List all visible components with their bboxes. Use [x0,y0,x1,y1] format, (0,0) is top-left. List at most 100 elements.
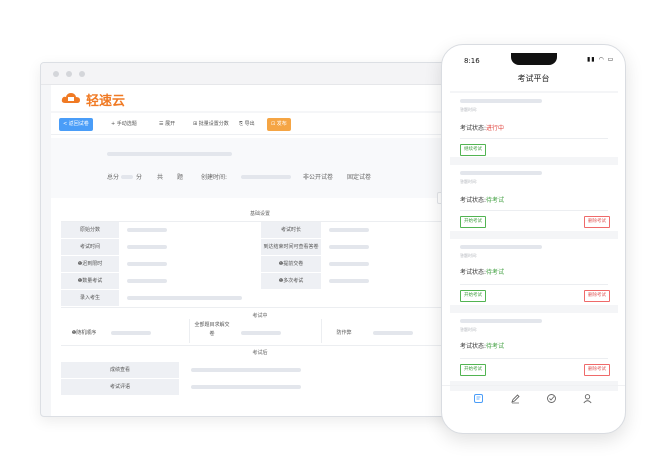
window-dot[interactable] [79,71,85,77]
anti-cheat-value [373,331,413,335]
toolbar: < 返回试卷 + 手动选题 ☰ 展开 ⊞ 批量设置分数 ⎘ 导出 ⊡ 发布 [51,113,457,135]
delete-exam-button[interactable]: 删除考试 [584,364,610,376]
status-bar: 8:16 ▮▮ ◠ ▭ [442,45,625,73]
delete-exam-button[interactable]: 删除考试 [584,216,610,228]
delete-exam-button[interactable]: 删除考试 [584,290,610,302]
exam-list: 答题时间: 考试状态:进行中 继续考试 答题时间: 考试状态:待考试 开始考试 … [450,91,618,391]
total-score-label: 总分 [107,174,120,181]
score-view-value [191,368,301,372]
brand-name: 轻速云 [86,94,126,109]
expand-label: 展开 [165,121,176,127]
divider [61,221,457,222]
window-dot[interactable] [66,71,72,77]
score-view-label: 成绩查看 [61,362,179,378]
publish-button[interactable]: ⊡ 发布 [267,118,291,131]
page-title: 考试平台 [517,74,550,83]
multiple-attempts-value [329,279,369,283]
early-submit-value [329,262,369,266]
early-submit-label: ❶提前交卷 [261,256,321,272]
late-limit-value [127,262,167,266]
exam-time-label: 考试时间 [61,239,119,255]
exam-title-placeholder [460,319,542,323]
random-order-value [111,331,151,335]
manual-select-button[interactable]: + 手动选题 [107,118,141,131]
section-during-exam: 考试中 [252,313,268,319]
exam-title-placeholder [460,171,542,175]
exam-card[interactable]: 答题时间: 考试状态:待考试 开始考试 删除考试 [450,313,618,381]
exam-title-placeholder [460,99,542,103]
exam-editor: < 返回试卷 + 手动选题 ☰ 展开 ⊞ 批量设置分数 ⎘ 导出 ⊡ 发布 总分… [51,113,457,416]
status-value: 待考试 [486,343,505,350]
all-complete-value [241,331,281,335]
signal-wifi-battery-icon: ▮▮ ◠ ▭ [587,56,615,63]
export-button[interactable]: ⎘ 导出 [235,118,259,131]
random-order-label: ❶随机顺序 [71,330,97,336]
status-label: 考试状态: [460,269,487,276]
anti-cheat-label: 防作弊 [336,330,352,336]
exam-card[interactable]: 答题时间: 考试状态:待考试 开始考试 删除考试 [450,239,618,305]
divider [460,358,608,359]
enter-examinees-value [127,296,242,300]
cloud-logo-icon [61,93,80,103]
exam-card[interactable]: 答题时间: 考试状态:待考试 开始考试 删除考试 [450,165,618,231]
exam-time-value [127,245,167,249]
divider [460,284,608,285]
scoring-value [127,279,167,283]
mobile-exam-app: 8:16 ▮▮ ◠ ▭ 考试平台 答题时间: 考试状态:进行中 继续考试 答题时… [441,44,626,434]
back-to-exams-button[interactable]: < 返回试卷 [59,118,93,131]
status-time: 8:16 [464,57,480,65]
exam-title-placeholder [107,152,232,156]
divider [460,210,608,211]
batch-score-button[interactable]: ⊞ 批量设置分数 [189,118,233,131]
points-unit: 分 [136,174,143,181]
start-exam-button[interactable]: 开始考试 [460,216,486,228]
divider [61,307,457,308]
exam-summary: 总分 分 共 题 创建时间: 非公开试卷 固定试卷 [51,138,457,204]
status-value: 待考试 [486,269,505,276]
status-line: 考试状态:待考试 [460,195,504,204]
window-titlebar [41,63,457,85]
status-value: 待考试 [486,197,505,204]
status-line: 考试状态:进行中 [460,123,504,132]
late-limit-label: ❶迟到限时 [61,256,119,272]
continue-exam-button[interactable]: 继续考试 [460,144,486,156]
status-value: 进行中 [486,125,505,132]
status-label: 考试状态: [460,343,487,350]
answer-time-label: 答题时间: [460,107,478,112]
exam-review-value [191,385,301,389]
view-after-end-value [329,245,369,249]
original-score-value [127,228,167,232]
enter-examinees-label: 录入考生 [61,290,119,306]
question-count-label: 共 [157,174,164,181]
exam-duration-label: 考试时长 [261,222,321,238]
batch-score-label: 批量设置分数 [198,121,229,127]
user-icon[interactable] [582,393,593,404]
start-exam-button[interactable]: 开始考试 [460,364,486,376]
questions-unit: 题 [177,174,184,181]
status-line: 考试状态:待考试 [460,341,504,350]
exam-review-label: 考试评语 [61,379,179,395]
status-label: 考试状态: [460,125,487,132]
app-header: 轻速云 [51,85,457,111]
created-time-value [241,175,291,179]
exam-card[interactable]: 答题时间: 考试状态:进行中 继续考试 [450,93,618,157]
section-basic-settings: 基础设置 [249,211,270,217]
admin-window: 轻速云 < 返回试卷 + 手动选题 ☰ 展开 ⊞ 批量设置分数 ⎘ 导出 ⊡ 发… [40,62,458,417]
section-after-exam: 考试后 [252,350,268,356]
edit-icon[interactable] [510,393,521,404]
exam-icon[interactable] [473,393,484,404]
export-label: 导出 [244,121,255,127]
window-dot[interactable] [53,71,59,77]
tab-bar [442,385,625,413]
status-line: 考试状态:待考试 [460,267,504,276]
expand-button[interactable]: ☰ 展开 [155,118,179,131]
start-exam-button[interactable]: 开始考试 [460,290,486,302]
answer-time-label: 答题时间: [460,253,478,258]
phone-notch [511,53,557,65]
divider [460,138,608,139]
all-complete-label: 全部题目求解交卷 [194,322,230,337]
divider [189,319,190,343]
check-icon[interactable] [546,393,557,404]
exam-duration-value [329,228,369,232]
answer-time-label: 答题时间: [460,179,478,184]
